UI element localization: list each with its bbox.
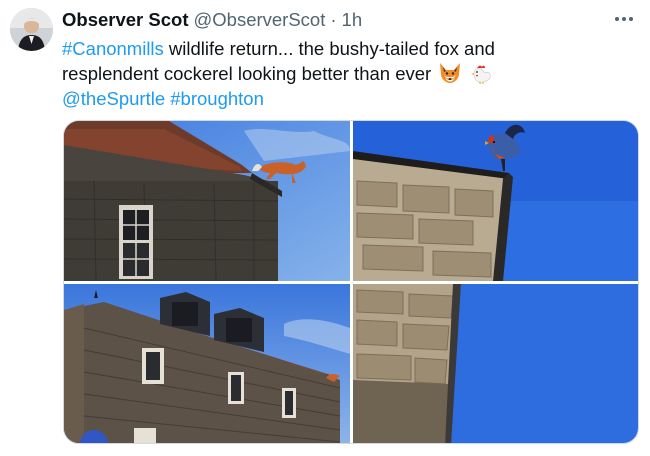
- hashtag-link[interactable]: #broughton: [170, 88, 264, 109]
- separator-dot: ·: [330, 9, 337, 30]
- cockerel-weathervane-photo[interactable]: [353, 121, 638, 281]
- rooster-emoji: [471, 65, 492, 84]
- tweet-text-segment: resplendent cockerel looking better than…: [62, 63, 432, 84]
- author-handle[interactable]: @ObserverScot: [193, 9, 325, 31]
- fox-on-roof-photo[interactable]: [64, 121, 350, 281]
- timestamp[interactable]: 1h: [342, 9, 363, 31]
- tweet-text-segment: wildlife return... the bushy-tailed fox …: [163, 38, 495, 59]
- stone-house-photo[interactable]: [64, 284, 350, 443]
- fox-emoji: [440, 63, 461, 83]
- hashtag-link[interactable]: #Canonmills: [62, 38, 164, 59]
- avatar[interactable]: [10, 8, 53, 51]
- author-name[interactable]: Observer Scot: [62, 9, 188, 31]
- tweet-header: Observer Scot @ObserverScot · 1h: [62, 9, 640, 33]
- media-grid: [63, 120, 639, 444]
- mention-link[interactable]: @theSpurtle: [62, 88, 165, 109]
- wall-corner-photo[interactable]: [353, 284, 638, 443]
- more-options-icon[interactable]: [610, 8, 638, 30]
- tweet-text: #Canonmills wildlife return... the bushy…: [62, 36, 622, 111]
